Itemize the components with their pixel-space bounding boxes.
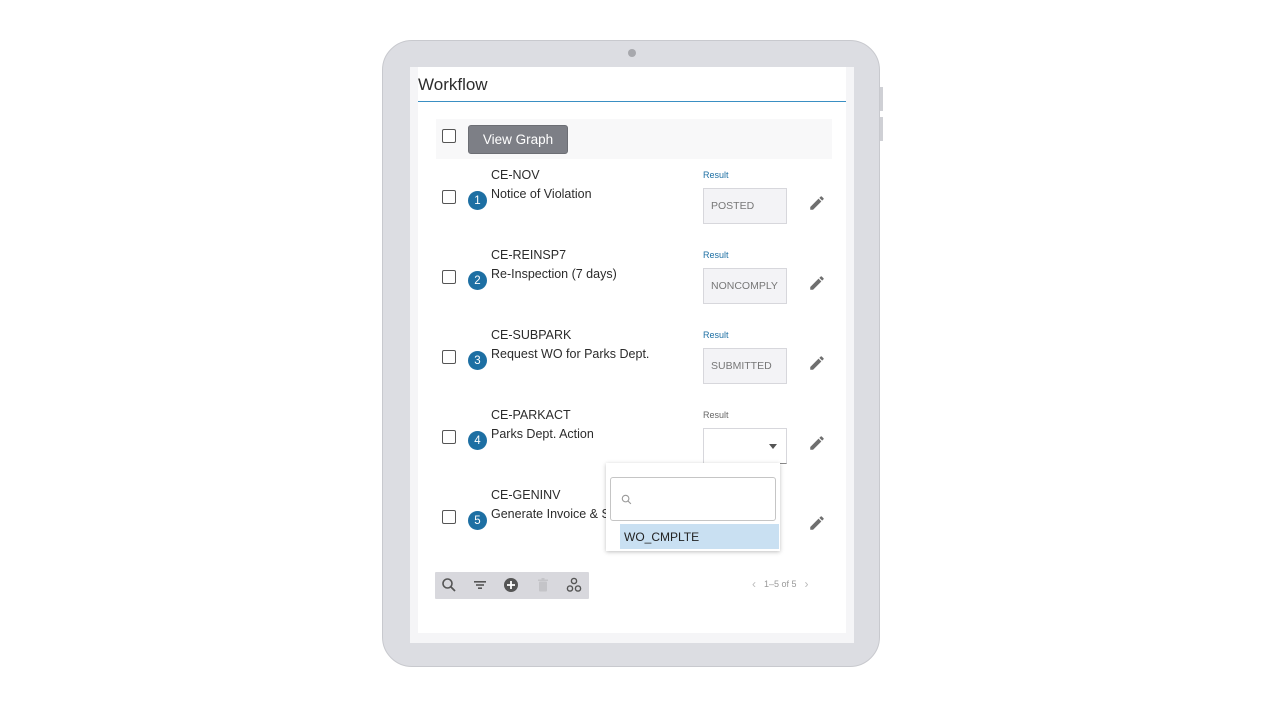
step-number-badge: 2 — [468, 271, 487, 290]
caret-down-icon — [769, 444, 777, 449]
step-number-badge: 4 — [468, 431, 487, 450]
step-checkbox[interactable] — [442, 510, 456, 524]
chevron-right-icon[interactable]: › — [805, 577, 809, 591]
dropdown-option-wo-cmplte[interactable]: WO_CMPLTE — [620, 524, 779, 549]
step-description: Parks Dept. Action — [491, 427, 594, 441]
step-number-badge: 3 — [468, 351, 487, 370]
step-code: CE-NOV — [491, 168, 540, 182]
pencil-icon[interactable] — [808, 274, 826, 292]
result-dropdown: WO_CMPLTE — [606, 463, 780, 551]
step-number-badge: 5 — [468, 511, 487, 530]
step-number-badge: 1 — [468, 191, 487, 210]
pagination: ‹ 1–5 of 5 › — [752, 577, 809, 591]
trash-icon — [538, 578, 548, 592]
step-description: Notice of Violation — [491, 187, 592, 201]
result-field: POSTED — [703, 188, 787, 224]
pagination-range: 1–5 of 5 — [764, 579, 797, 589]
workflow-step-row-2: 2 CE-REINSP7 Re-Inspection (7 days) Resu… — [418, 247, 846, 327]
workflow-step-row-1: 1 CE-NOV Notice of Violation Result POST… — [418, 167, 846, 247]
grid-toolbar — [435, 572, 589, 599]
workflow-step-row-3: 3 CE-SUBPARK Request WO for Parks Dept. … — [418, 327, 846, 407]
step-description: Request WO for Parks Dept. — [491, 347, 650, 361]
step-checkbox[interactable] — [442, 270, 456, 284]
result-field: SUBMITTED — [703, 348, 787, 384]
tablet-screen: Workflow View Graph 1 CE-NOV Notice of V… — [410, 67, 854, 643]
result-select[interactable] — [703, 428, 787, 464]
search-icon[interactable] — [441, 577, 457, 593]
step-code: CE-SUBPARK — [491, 328, 572, 342]
step-description: Re-Inspection (7 days) — [491, 267, 617, 281]
result-label: Result — [703, 250, 729, 260]
pencil-icon[interactable] — [808, 354, 826, 372]
step-description: Generate Invoice & S — [491, 507, 610, 521]
result-label: Result — [703, 330, 729, 340]
title-underline — [418, 101, 846, 102]
workflow-nodes-icon[interactable] — [566, 577, 582, 593]
filter-icon[interactable] — [472, 577, 488, 593]
select-all-checkbox[interactable] — [442, 129, 456, 143]
step-checkbox[interactable] — [442, 430, 456, 444]
result-field: NONCOMPLY — [703, 268, 787, 304]
pencil-icon[interactable] — [808, 434, 826, 452]
step-code: CE-PARKACT — [491, 408, 571, 422]
pencil-icon[interactable] — [808, 514, 826, 532]
camera-dot — [628, 49, 636, 57]
tablet-frame: Workflow View Graph 1 CE-NOV Notice of V… — [382, 40, 883, 667]
dropdown-search-input[interactable] — [610, 477, 776, 521]
add-circle-icon[interactable] — [503, 577, 519, 593]
result-label: Result — [703, 170, 729, 180]
pencil-icon[interactable] — [808, 194, 826, 212]
step-checkbox[interactable] — [442, 350, 456, 364]
side-button-bottom — [880, 117, 883, 141]
side-button-top — [880, 87, 883, 111]
result-label: Result — [703, 410, 729, 420]
page-title: Workflow — [418, 75, 488, 94]
step-code: CE-GENINV — [491, 488, 561, 502]
chevron-left-icon[interactable]: ‹ — [752, 577, 756, 591]
view-graph-button[interactable]: View Graph — [468, 125, 568, 154]
workflow-panel: Workflow View Graph 1 CE-NOV Notice of V… — [418, 67, 846, 633]
search-icon — [621, 494, 632, 505]
step-checkbox[interactable] — [442, 190, 456, 204]
step-code: CE-REINSP7 — [491, 248, 567, 262]
